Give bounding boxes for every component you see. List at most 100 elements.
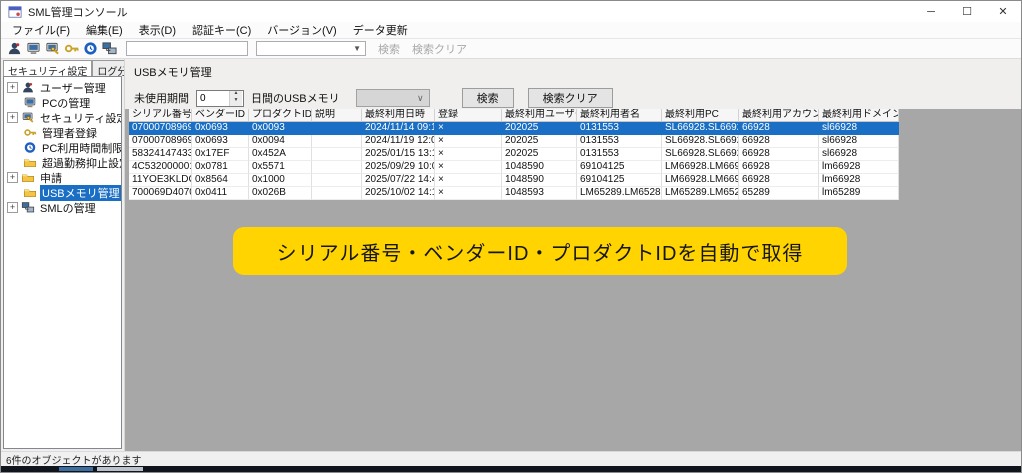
user-icon: [21, 81, 35, 94]
menu-item-0[interactable]: ファイル(F): [4, 22, 78, 38]
sidebar-item-7[interactable]: USBメモリ管理: [4, 185, 121, 200]
usb-filter-combo[interactable]: ∨: [356, 89, 430, 107]
sidebar-item-label: 管理者登録: [40, 125, 99, 141]
stepper-down-icon[interactable]: ▼: [230, 98, 242, 106]
table-row-0[interactable]: 070007089695F2...0x06930x00932024/11/14 …: [129, 122, 899, 135]
sidebar-item-6[interactable]: +申請: [4, 170, 121, 185]
folder-icon: [21, 171, 35, 184]
chevron-down-icon: ∨: [417, 93, 424, 104]
menu-item-5[interactable]: データ更新: [345, 22, 416, 38]
sidebar-item-2[interactable]: +セキュリティ設定: [4, 110, 121, 125]
table-row-5[interactable]: 700069D4070899...0x04110x026B2025/10/02 …: [129, 187, 899, 200]
table-cell: 0131553: [577, 122, 662, 135]
column-header-1[interactable]: ベンダーID: [192, 109, 249, 122]
toolbar-search-button[interactable]: 検索: [378, 41, 400, 57]
table-cell: 2024/11/19 12:08:56: [362, 135, 435, 148]
column-header-3[interactable]: 説明: [312, 109, 362, 122]
column-header-9[interactable]: 最終利用アカウント: [739, 109, 819, 122]
main-panel: USBメモリ管理 未使用期間 ▲ ▼ 日間のUSBメモリ ∨ 検索: [124, 59, 1021, 451]
sidebar-item-label: PC利用時間制限設定: [40, 140, 122, 156]
table-cell: 0x0094: [249, 135, 312, 148]
pc-icon[interactable]: [26, 41, 41, 56]
expand-icon[interactable]: +: [7, 172, 18, 183]
table-cell: 0x452A: [249, 148, 312, 161]
close-button[interactable]: ✕: [985, 1, 1021, 22]
table-cell: ×: [435, 161, 502, 174]
sidebar-item-1[interactable]: PCの管理: [4, 95, 121, 110]
expand-icon[interactable]: +: [7, 112, 18, 123]
menu-item-4[interactable]: バージョン(V): [259, 22, 344, 38]
table-cell: sl66928: [819, 122, 899, 135]
window-bottom-edge: [1, 466, 1021, 472]
taskbar-fragment: [97, 467, 143, 471]
column-header-5[interactable]: 登録: [435, 109, 502, 122]
table-cell: sl66928: [819, 135, 899, 148]
table-cell: 0x0693: [192, 135, 249, 148]
table-cell: 0x0411: [192, 187, 249, 200]
table-cell: ×: [435, 148, 502, 161]
column-header-10[interactable]: 最終利用ドメイン: [819, 109, 899, 122]
period-input[interactable]: [197, 91, 229, 106]
toolbar-search-input[interactable]: [126, 41, 248, 56]
tab-0[interactable]: セキュリティ設定: [3, 60, 92, 76]
table-cell: 69104125: [577, 161, 662, 174]
sidebar-item-0[interactable]: + ユーザー管理: [4, 80, 121, 95]
table-cell: 2025/09/29 10:09:41: [362, 161, 435, 174]
network-icon: [21, 201, 35, 214]
sidebar-item-4[interactable]: PC利用時間制限設定: [4, 140, 121, 155]
table-cell: lm66928: [819, 161, 899, 174]
expand-icon[interactable]: +: [7, 82, 18, 93]
content-area: シリアル番号ベンダーIDプロダクトID説明最終利用日時登録最終利用ユーザーID最…: [125, 109, 1021, 451]
toolbar-clear-button[interactable]: 検索クリア: [412, 41, 467, 57]
table-cell: 4C532000001221...: [129, 161, 192, 174]
table-cell: 1048593: [502, 187, 577, 200]
table-cell: 66928: [739, 122, 819, 135]
network-icon[interactable]: [102, 41, 117, 56]
table-cell: 1048590: [502, 174, 577, 187]
table-row-4[interactable]: 11YOE3KLDCGG...0x85640x10002025/07/22 14…: [129, 174, 899, 187]
menu-item-3[interactable]: 認証キー(C): [184, 22, 259, 38]
user-icon[interactable]: [7, 41, 22, 56]
column-header-4[interactable]: 最終利用日時: [362, 109, 435, 122]
folder-icon: [23, 186, 37, 199]
table-row-3[interactable]: 4C532000001221...0x07810x55712025/09/29 …: [129, 161, 899, 174]
column-header-6[interactable]: 最終利用ユーザーID: [502, 109, 577, 122]
sidebar-item-3[interactable]: 管理者登録: [4, 125, 121, 140]
clock-icon[interactable]: [83, 41, 98, 56]
menu-item-1[interactable]: 編集(E): [78, 22, 131, 38]
app-icon: [8, 5, 22, 19]
key-icon[interactable]: [64, 41, 79, 56]
status-bar: 6件のオブジェクトがあります: [1, 451, 1021, 466]
maximize-button[interactable]: ☐: [949, 1, 985, 22]
column-header-0[interactable]: シリアル番号: [129, 109, 192, 122]
sidebar-item-8[interactable]: +SMLの管理: [4, 200, 121, 215]
table-cell: 2025/10/02 14:13:25: [362, 187, 435, 200]
security-icon[interactable]: [45, 41, 60, 56]
window-title: SML管理コンソール: [28, 4, 913, 20]
column-header-2[interactable]: プロダクトID: [249, 109, 312, 122]
table-cell: 66928: [739, 148, 819, 161]
pc-icon: [23, 96, 37, 109]
usb-table: シリアル番号ベンダーIDプロダクトID説明最終利用日時登録最終利用ユーザーID最…: [129, 109, 899, 200]
table-cell: 0x8564: [192, 174, 249, 187]
table-row-1[interactable]: 070007089695F2...0x06930x00942024/11/19 …: [129, 135, 899, 148]
minimize-button[interactable]: ─: [913, 1, 949, 22]
table-cell: 66928: [739, 174, 819, 187]
column-header-8[interactable]: 最終利用PC: [662, 109, 739, 122]
table-cell: 65289: [739, 187, 819, 200]
taskbar-fragment: [59, 467, 93, 471]
search-button[interactable]: 検索: [462, 88, 514, 108]
search-clear-button[interactable]: 検索クリア: [528, 88, 613, 108]
table-cell: 700069D4070899...: [129, 187, 192, 200]
expand-icon[interactable]: +: [7, 202, 18, 213]
table-cell: [312, 161, 362, 174]
table-cell: LM66928.LM66928: [662, 161, 739, 174]
toolbar-search-combo[interactable]: ▼: [256, 41, 366, 56]
sidebar-item-label: ユーザー管理: [38, 80, 108, 96]
table-row-2[interactable]: 58324147433653...0x17EF0x452A2025/01/15 …: [129, 148, 899, 161]
table-cell: ×: [435, 122, 502, 135]
column-header-7[interactable]: 最終利用者名: [577, 109, 662, 122]
sidebar-item-5[interactable]: 超過勤務抑止設定: [4, 155, 121, 170]
table-cell: ×: [435, 174, 502, 187]
menu-item-2[interactable]: 表示(D): [131, 22, 184, 38]
